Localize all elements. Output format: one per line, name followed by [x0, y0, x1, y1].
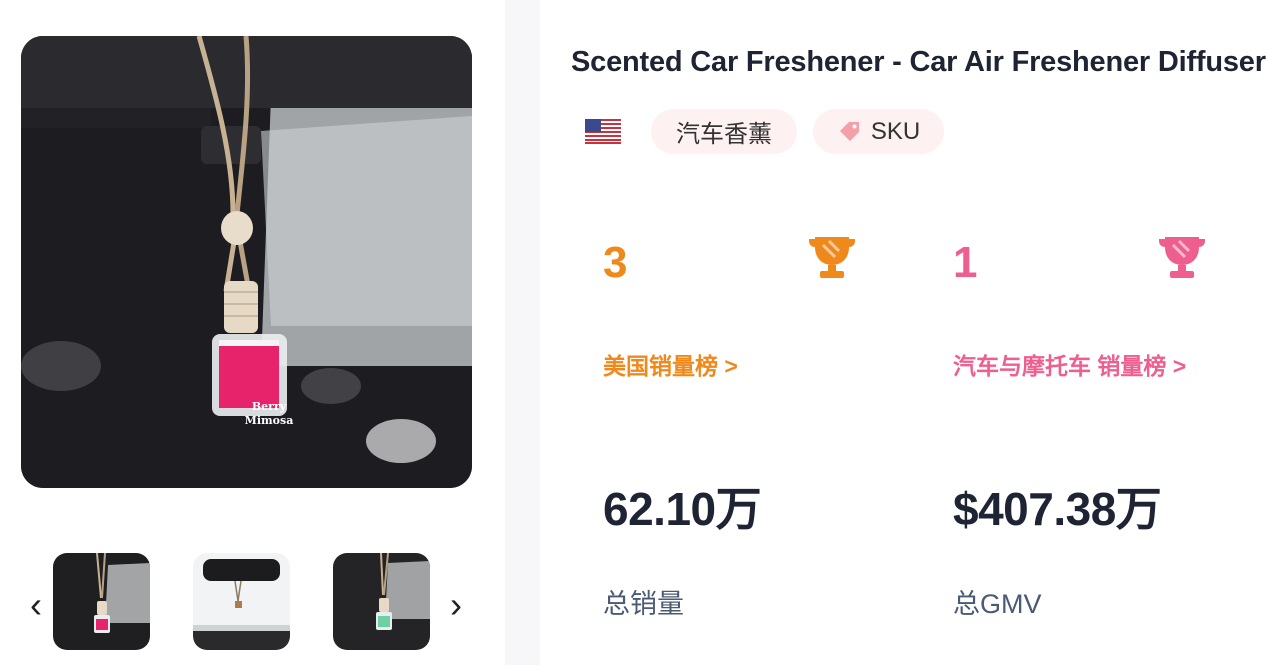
- thumbnail-1-image: [53, 553, 150, 650]
- thumbnail-prev-button[interactable]: ‹: [24, 584, 48, 625]
- bottle-label: Berry Mimosa: [243, 386, 295, 442]
- product-gallery: Berry Mimosa ‹ ›: [0, 0, 505, 665]
- bottle-label-line-1: Berry: [251, 400, 287, 413]
- total-gmv-label: 总GMV: [953, 589, 1042, 619]
- rank-us-number: 3: [603, 238, 628, 287]
- trophy-icon: [1157, 233, 1207, 279]
- rank-category-number: 1: [953, 238, 978, 287]
- product-info-panel: [540, 0, 1267, 665]
- thumbnail-3-image: [333, 553, 430, 650]
- trophy-icon: [807, 233, 857, 279]
- total-sales-value: 62.10万: [603, 483, 762, 535]
- thumbnail-3[interactable]: [333, 553, 430, 650]
- sku-tag[interactable]: SKU: [813, 109, 944, 154]
- sku-tag-label: SKU: [870, 117, 921, 145]
- chevron-right-icon: >: [724, 353, 738, 379]
- rank-us-label: 美国销量榜: [603, 353, 718, 379]
- rank-category-link[interactable]: 汽车与摩托车 销量榜 >: [953, 347, 1186, 381]
- category-tag-label: 汽车香薰: [676, 121, 772, 148]
- thumbnail-2-image: [193, 553, 290, 650]
- total-sales-label: 总销量: [603, 589, 684, 619]
- chevron-right-icon: >: [1172, 353, 1187, 379]
- bottle-label-line-2: Mimosa: [244, 414, 294, 427]
- product-title: Scented Car Freshener - Car Air Freshene…: [571, 46, 1266, 78]
- total-gmv-value: $407.38万: [953, 483, 1162, 535]
- main-product-photo[interactable]: Berry Mimosa: [21, 36, 472, 488]
- us-flag-icon: [585, 119, 621, 144]
- rank-category-label: 汽车与摩托车 销量榜: [953, 353, 1167, 379]
- thumbnail-1[interactable]: [53, 553, 150, 650]
- thumbnail-2[interactable]: [193, 553, 290, 650]
- price-tag-icon: [839, 121, 859, 141]
- category-tag[interactable]: 汽车香薰: [651, 109, 797, 154]
- rank-us-link[interactable]: 美国销量榜 >: [603, 347, 738, 381]
- thumbnail-next-button[interactable]: ›: [444, 584, 468, 625]
- panel-divider: [505, 0, 540, 665]
